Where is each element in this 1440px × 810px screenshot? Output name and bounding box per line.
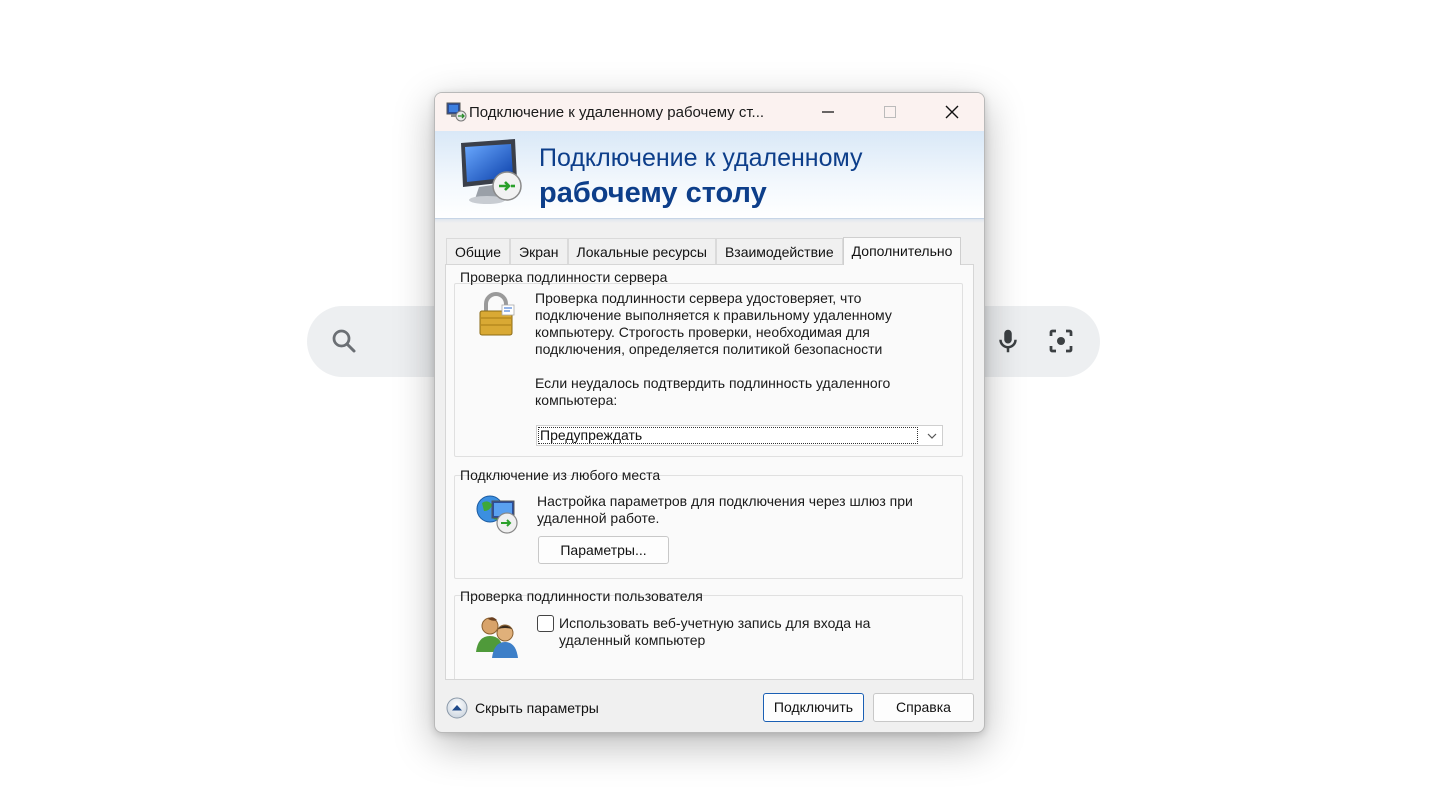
- server-auth-description: Проверка подлинности сервера удостоверяе…: [535, 290, 892, 357]
- remote-desktop-icon: [461, 139, 522, 204]
- chevron-down-icon: [927, 433, 937, 439]
- users-icon: [476, 617, 518, 658]
- web-account-label[interactable]: Использовать веб-учетную запись для вход…: [559, 615, 870, 649]
- gateway-description: Настройка параметров для подключения чер…: [537, 493, 913, 526]
- camera-lens-icon[interactable]: [1046, 326, 1076, 356]
- header-banner: Подключение к удаленному рабочему столу: [435, 131, 984, 219]
- remote-desktop-icon: [446, 102, 467, 122]
- window-title: Подключение к удаленному рабочему ст...: [469, 104, 765, 121]
- connect-button[interactable]: Подключить: [763, 693, 864, 722]
- gateway-group: [454, 475, 963, 579]
- search-icon: [332, 329, 356, 353]
- tab-experience[interactable]: Взаимодействие: [715, 238, 843, 264]
- web-account-checkbox[interactable]: [537, 615, 554, 632]
- banner-title-line1: Подключение к удаленному: [539, 144, 863, 172]
- rdp-dialog: Подключение к удаленному рабочему ст... …: [434, 92, 985, 733]
- minimize-button[interactable]: [797, 93, 859, 131]
- globe-computer-icon: [476, 495, 518, 534]
- tab-display[interactable]: Экран: [510, 238, 568, 264]
- help-button[interactable]: Справка: [873, 693, 974, 722]
- microphone-icon[interactable]: [993, 326, 1023, 356]
- minimize-icon: [822, 111, 834, 113]
- auth-failure-select[interactable]: Предупреждать: [536, 425, 943, 446]
- title-bar[interactable]: Подключение к удаленному рабочему ст...: [435, 93, 984, 131]
- padlock-icon: [479, 292, 515, 336]
- close-icon: [945, 105, 959, 119]
- user-auth-title: Проверка подлинности пользователя: [460, 588, 703, 604]
- tab-advanced[interactable]: Дополнительно: [842, 237, 962, 265]
- banner-title-line2: рабочему столу: [539, 177, 767, 209]
- collapse-arrow-icon[interactable]: [446, 697, 468, 719]
- gateway-settings-button[interactable]: Параметры...: [538, 536, 669, 564]
- tab-panel-advanced: Проверка подлинности сервера Проверка по…: [445, 264, 974, 680]
- server-auth-prompt: Если неудалось подтвердить подлинность у…: [535, 375, 891, 408]
- tab-general[interactable]: Общие: [446, 238, 511, 264]
- tab-local-resources[interactable]: Локальные ресурсы: [567, 238, 716, 264]
- banner-divider: [435, 219, 984, 223]
- maximize-button[interactable]: [859, 93, 921, 131]
- gateway-title: Подключение из любого места: [460, 467, 661, 483]
- close-button[interactable]: [921, 93, 983, 131]
- hide-options-link[interactable]: Скрыть параметры: [475, 700, 599, 716]
- auth-failure-select-value: Предупреждать: [538, 427, 918, 444]
- tab-strip: Общие Экран Локальные ресурсы Взаимодейс…: [446, 237, 962, 265]
- server-auth-title: Проверка подлинности сервера: [460, 269, 668, 285]
- maximize-icon: [884, 106, 896, 118]
